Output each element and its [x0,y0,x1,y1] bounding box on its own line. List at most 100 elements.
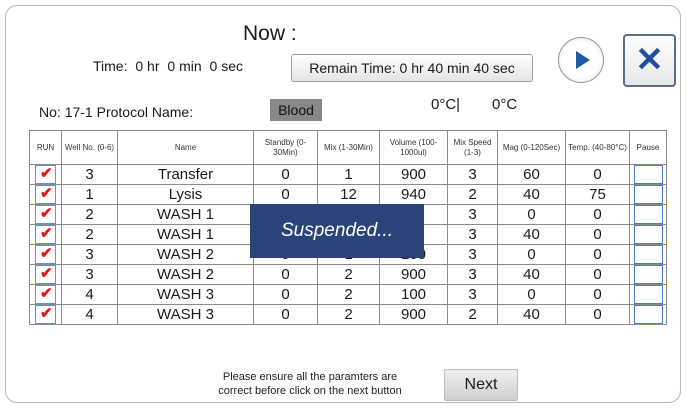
pause-cell [629,264,667,285]
run-cell: ✔ [29,304,62,325]
pause-checkbox[interactable] [633,285,663,304]
cell-mag[interactable]: 40 [497,264,566,285]
cell-mag[interactable]: 0 [497,284,566,305]
cell-mag[interactable]: 40 [497,304,566,325]
cell-temp[interactable]: 0 [565,304,630,325]
cell-mix[interactable]: 1 [317,164,380,185]
protocol-no-label: No: [39,104,61,120]
cell-temp[interactable]: 0 [565,204,630,225]
header-mix-speed: Mix Speed (1-3) [447,130,498,165]
cell-well[interactable]: 2 [61,204,118,225]
cell-temp[interactable]: 0 [565,284,630,305]
checkmark-icon: ✔ [40,205,53,222]
checkmark-icon: ✔ [40,285,53,302]
cell-mix[interactable]: 2 [317,304,380,325]
cell-mag[interactable]: 40 [497,184,566,205]
cell-volume[interactable]: 900 [379,304,448,325]
checkmark-icon: ✔ [40,265,53,282]
header-mag: Mag (0-120Sec) [497,130,566,165]
cell-temp[interactable]: 0 [565,244,630,265]
cell-well[interactable]: 1 [61,184,118,205]
pause-checkbox[interactable] [633,185,663,204]
pause-checkbox[interactable] [633,205,663,224]
run-checkbox[interactable]: ✔ [35,165,56,184]
close-button[interactable]: ✕ [623,34,676,87]
run-checkbox[interactable]: ✔ [35,245,56,264]
cell-standby[interactable]: 0 [253,164,318,185]
cell-mix[interactable]: 12 [317,184,380,205]
cell-well[interactable]: 3 [61,244,118,265]
cell-standby[interactable]: 0 [253,284,318,305]
cell-mix[interactable]: 2 [317,264,380,285]
cell-speed[interactable]: 3 [447,204,498,225]
header-standby: Standby (0-30Min) [253,130,318,165]
cell-temp[interactable]: 75 [565,184,630,205]
pause-checkbox[interactable] [633,265,663,284]
run-cell: ✔ [29,204,62,225]
close-icon: ✕ [635,41,664,79]
cell-volume[interactable]: 940 [379,184,448,205]
header-name: Name [117,130,254,165]
cell-volume[interactable]: 900 [379,164,448,185]
cell-temp[interactable]: 0 [565,264,630,285]
run-checkbox[interactable]: ✔ [35,305,56,324]
cell-well[interactable]: 4 [61,304,118,325]
next-button[interactable]: Next [444,369,518,401]
cell-standby[interactable]: 0 [253,264,318,285]
cell-name[interactable]: Transfer [117,164,254,185]
cell-name[interactable]: WASH 2 [117,244,254,265]
cell-name[interactable]: WASH 1 [117,224,254,245]
cell-well[interactable]: 3 [61,264,118,285]
run-checkbox[interactable]: ✔ [35,285,56,304]
header-well-no: Well No. (0-6) [61,130,118,165]
cell-mag[interactable]: 0 [497,204,566,225]
cell-name[interactable]: WASH 3 [117,284,254,305]
cell-speed[interactable]: 3 [447,164,498,185]
remain-time-button[interactable]: Remain Time: 0 hr 40 min 40 sec [291,54,533,82]
cell-standby[interactable]: 0 [253,304,318,325]
cell-name[interactable]: WASH 3 [117,304,254,325]
cell-standby[interactable]: 0 [253,184,318,205]
cell-name[interactable]: Lysis [117,184,254,205]
suspended-overlay: Suspended... [250,204,424,258]
run-cell: ✔ [29,284,62,305]
cell-well[interactable]: 4 [61,284,118,305]
cell-volume[interactable]: 100 [379,284,448,305]
cell-speed[interactable]: 2 [447,184,498,205]
run-checkbox[interactable]: ✔ [35,185,56,204]
run-cell: ✔ [29,164,62,185]
cell-name[interactable]: WASH 1 [117,204,254,225]
cell-name[interactable]: WASH 2 [117,264,254,285]
cell-mix[interactable]: 2 [317,284,380,305]
cell-mag[interactable]: 40 [497,224,566,245]
checkmark-icon: ✔ [40,245,53,262]
pause-cell [629,204,667,225]
cell-volume[interactable]: 900 [379,264,448,285]
cell-well[interactable]: 3 [61,164,118,185]
pause-checkbox[interactable] [633,305,663,324]
cell-mag[interactable]: 0 [497,244,566,265]
run-checkbox[interactable]: ✔ [35,205,56,224]
cell-speed[interactable]: 2 [447,304,498,325]
header-pause: Pause [629,130,667,165]
cell-mag[interactable]: 60 [497,164,566,185]
cell-speed[interactable]: 3 [447,284,498,305]
pause-checkbox[interactable] [633,245,663,264]
run-checkbox[interactable]: ✔ [35,265,56,284]
pause-checkbox[interactable] [633,165,663,184]
run-checkbox[interactable]: ✔ [35,225,56,244]
play-button[interactable] [558,37,604,83]
cell-temp[interactable]: 0 [565,164,630,185]
run-cell: ✔ [29,244,62,265]
cell-speed[interactable]: 3 [447,264,498,285]
pause-checkbox[interactable] [633,225,663,244]
protocol-info: No: 17-1 Protocol Name: [39,104,193,120]
cell-speed[interactable]: 3 [447,244,498,265]
cell-temp[interactable]: 0 [565,224,630,245]
cell-well[interactable]: 2 [61,224,118,245]
now-label: Now : [243,22,297,45]
cell-speed[interactable]: 3 [447,224,498,245]
run-cell: ✔ [29,264,62,285]
header-temp: Temp. (40-80°C) [565,130,630,165]
header-volume: Volume (100-1000ul) [379,130,448,165]
